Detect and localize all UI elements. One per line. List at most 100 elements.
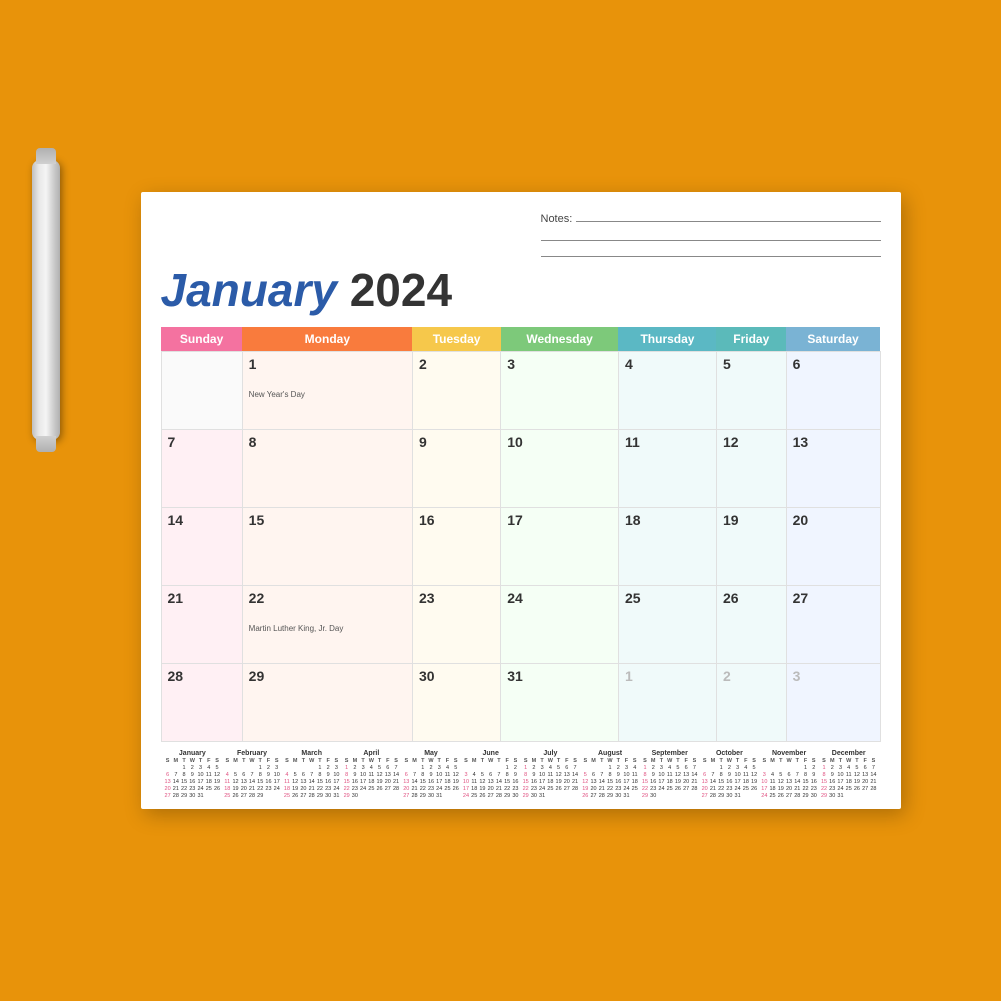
- day-cell: 19: [716, 508, 786, 586]
- mini-calendar-title: August: [581, 750, 639, 757]
- day-cell: 26: [716, 586, 786, 664]
- day-cell: 24: [501, 586, 619, 664]
- day-number: 20: [793, 512, 874, 528]
- day-cell: 12: [716, 430, 786, 508]
- mini-calendar-title: March: [283, 750, 341, 757]
- day-cell: 7: [161, 430, 242, 508]
- month-title: January 2024: [161, 263, 881, 317]
- mini-calendar: NovemberSMTWTFS1234567891011121314151617…: [759, 750, 819, 799]
- mini-calendar-title: June: [462, 750, 520, 757]
- day-number: 28: [168, 668, 236, 684]
- day-number: 21: [168, 590, 236, 606]
- wednesday-header: Wednesday: [501, 327, 619, 352]
- day-cell: 6: [786, 352, 880, 430]
- mini-calendar: SeptemberSMTWTFS123456789101112131415161…: [640, 750, 700, 799]
- day-number: 6: [793, 356, 874, 372]
- year-name: 2024: [350, 264, 452, 316]
- day-number: 18: [625, 512, 710, 528]
- calendar-week-row: 78910111213: [161, 430, 880, 508]
- day-cell: 13: [786, 430, 880, 508]
- day-number: 1: [249, 356, 406, 372]
- day-cell: 22 Martin Luther King, Jr. Day: [242, 586, 412, 664]
- mini-calendar: JuneSMTWTFS12345678910111213141516171819…: [461, 750, 521, 799]
- tuesday-header: Tuesday: [412, 327, 500, 352]
- mini-calendar-title: February: [223, 750, 281, 757]
- mini-calendar: JulySMTWTFS12345678910111213141516171819…: [521, 750, 581, 799]
- day-number: 12: [723, 434, 780, 450]
- notes-line-2: [541, 229, 881, 241]
- day-cell: 2: [716, 664, 786, 742]
- mini-calendar: JanuarySMTWTFS12345678910111213141516171…: [163, 750, 223, 799]
- day-number: 3: [507, 356, 612, 372]
- mini-calendar: DecemberSMTWTFS1234567891011121314151617…: [819, 750, 879, 799]
- day-number: 25: [625, 590, 710, 606]
- calendar-card: Notes: January 2024 Sunday Monday Tuesda…: [141, 192, 901, 809]
- day-cell: 3: [501, 352, 619, 430]
- day-number: 10: [507, 434, 612, 450]
- saturday-header: Saturday: [786, 327, 880, 352]
- day-cell: 23: [412, 586, 500, 664]
- day-cell: 1 New Year's Day: [242, 352, 412, 430]
- thursday-header: Thursday: [618, 327, 716, 352]
- calendar-grid: Sunday Monday Tuesday Wednesday Thursday…: [161, 327, 881, 742]
- day-cell: 1: [618, 664, 716, 742]
- notes-section: Notes:: [161, 210, 881, 257]
- day-number: 3: [793, 668, 874, 684]
- day-number: 29: [249, 668, 406, 684]
- day-number: 30: [419, 668, 494, 684]
- day-number: 31: [507, 668, 612, 684]
- day-cell: 28: [161, 664, 242, 742]
- day-number: 5: [723, 356, 780, 372]
- mini-calendar-title: November: [760, 750, 818, 757]
- day-number: 23: [419, 590, 494, 606]
- notes-label: Notes:: [541, 213, 573, 225]
- holiday-label: New Year's Day: [249, 390, 406, 400]
- day-cell: 8: [242, 430, 412, 508]
- day-number: 2: [723, 668, 780, 684]
- day-headers-row: Sunday Monday Tuesday Wednesday Thursday…: [161, 327, 880, 352]
- day-number: 27: [793, 590, 874, 606]
- day-number: 8: [249, 434, 406, 450]
- day-cell: 14: [161, 508, 242, 586]
- day-cell: 5: [716, 352, 786, 430]
- mini-calendar-title: October: [701, 750, 759, 757]
- day-cell: 16: [412, 508, 500, 586]
- day-cell: [161, 352, 242, 430]
- day-number: 22: [249, 590, 406, 606]
- mini-calendar: MaySMTWTFS123456789101112131415161718192…: [401, 750, 461, 799]
- day-cell: 10: [501, 430, 619, 508]
- holiday-label: Martin Luther King, Jr. Day: [249, 624, 406, 634]
- day-cell: 27: [786, 586, 880, 664]
- mini-calendar-title: May: [402, 750, 460, 757]
- day-cell: 21: [161, 586, 242, 664]
- notes-area: Notes:: [541, 210, 881, 257]
- day-number: 14: [168, 512, 236, 528]
- sunday-header: Sunday: [161, 327, 242, 352]
- day-number: 15: [249, 512, 406, 528]
- mini-calendar-title: July: [522, 750, 580, 757]
- fridge-handle: [32, 160, 60, 440]
- day-cell: 17: [501, 508, 619, 586]
- day-number: 11: [625, 434, 710, 450]
- day-number: 2: [419, 356, 494, 372]
- mini-calendars-row: JanuarySMTWTFS12345678910111213141516171…: [161, 750, 881, 799]
- calendar-week-row: 28 29 30 31 123: [161, 664, 880, 742]
- day-number: 7: [168, 434, 236, 450]
- day-number: 4: [625, 356, 710, 372]
- day-cell: 4: [618, 352, 716, 430]
- day-number: 26: [723, 590, 780, 606]
- day-cell: 31: [501, 664, 619, 742]
- notes-line-1: [576, 210, 880, 222]
- mini-calendar-title: April: [343, 750, 401, 757]
- day-cell: 15: [242, 508, 412, 586]
- calendar-body: 1New Year's Day2345678910111213141516171…: [161, 352, 880, 742]
- day-cell: 30: [412, 664, 500, 742]
- mini-calendar: FebruarySMTWTFS1234567891011121314151617…: [222, 750, 282, 799]
- mini-calendar: OctoberSMTWTFS12345678910111213141516171…: [700, 750, 760, 799]
- mini-calendar: AugustSMTWTFS123456789101112131415161718…: [580, 750, 640, 799]
- mini-calendar: AprilSMTWTFS1234567891011121314151617181…: [342, 750, 402, 799]
- day-cell: 18: [618, 508, 716, 586]
- mini-calendar-title: January: [164, 750, 222, 757]
- calendar-week-row: 21 22 Martin Luther King, Jr. Day 23 24 25 26 2…: [161, 586, 880, 664]
- day-cell: 20: [786, 508, 880, 586]
